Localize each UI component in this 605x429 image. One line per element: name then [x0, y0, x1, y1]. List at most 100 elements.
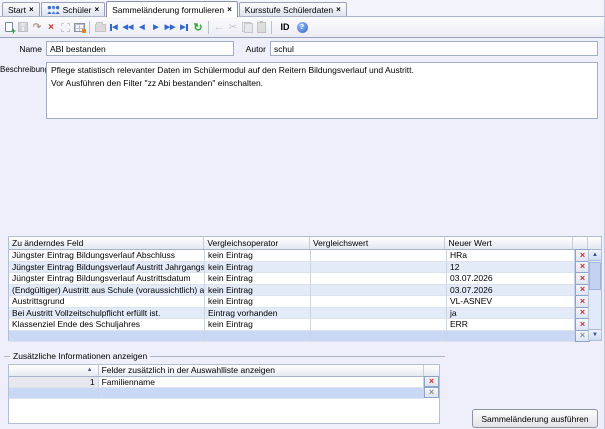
- nav-last-button[interactable]: ▶: [177, 19, 191, 35]
- cell-vergleichswert[interactable]: [311, 285, 447, 297]
- nav-first-button[interactable]: ◀: [107, 19, 121, 35]
- delete-record-button[interactable]: ×: [44, 19, 58, 35]
- cell-operator[interactable]: kein Eintrag: [205, 262, 311, 274]
- cell-neuer-wert[interactable]: VL-ASNEV: [447, 296, 575, 308]
- select-records-button[interactable]: [58, 19, 72, 35]
- back-button[interactable]: ←: [212, 19, 226, 35]
- cell-feld[interactable]: Jüngster Eintrag Bildungsverlauf Austrit…: [9, 273, 205, 285]
- folder-button[interactable]: [93, 19, 107, 35]
- cell-vergleichswert[interactable]: [311, 273, 447, 285]
- cell-feld[interactable]: Jüngster Eintrag Bildungsverlauf Austrit…: [9, 262, 205, 274]
- delete-icon: ×: [48, 22, 54, 33]
- cell-neuer-wert[interactable]: ja: [447, 308, 575, 320]
- id-button[interactable]: ID: [275, 19, 295, 35]
- legend-line: [150, 356, 445, 357]
- column-header-neuer-wert[interactable]: Neuer Wert: [445, 237, 573, 249]
- cell-neuer-wert[interactable]: 03.07.2026: [447, 285, 575, 297]
- cell-vergleichswert[interactable]: [311, 308, 447, 320]
- autor-input[interactable]: [270, 41, 598, 56]
- cell-operator[interactable]: Eintrag vorhanden: [205, 308, 311, 320]
- tab-sammelaenderung[interactable]: Sammeländerung formulieren ×: [106, 1, 238, 17]
- cell-field-name[interactable]: Familienname: [99, 377, 424, 388]
- cell-neuer-wert[interactable]: ERR: [447, 319, 575, 331]
- cell-row-number[interactable]: [9, 388, 99, 399]
- additional-fields-table: ▲ Felder zusätzlich in der Auswahlliste …: [8, 364, 440, 424]
- column-header-vergleichswert[interactable]: Vergleichswert: [310, 237, 446, 249]
- nav-prior-fast-icon: ◀◀: [123, 23, 134, 31]
- close-icon[interactable]: ×: [336, 6, 341, 14]
- tab-label: Kursstufe Schülerdaten: [245, 5, 333, 15]
- close-icon[interactable]: ×: [94, 6, 99, 14]
- nav-next-fast-icon: ▶▶: [165, 23, 176, 31]
- tab-label: Schüler: [63, 5, 92, 15]
- scroll-down-icon[interactable]: ▼: [589, 329, 601, 340]
- scroll-up-icon[interactable]: ▲: [589, 250, 601, 261]
- close-icon[interactable]: ×: [29, 6, 34, 14]
- redo-button[interactable]: ↷: [30, 19, 44, 35]
- save-button[interactable]: [16, 19, 30, 35]
- column-header-number[interactable]: ▲: [9, 365, 99, 376]
- cell-operator[interactable]: kein Eintrag: [205, 285, 311, 297]
- table-row: 1 Familienname ×: [9, 377, 439, 388]
- cell-vergleichswert[interactable]: [311, 319, 447, 331]
- refresh-button[interactable]: ↻: [191, 19, 205, 35]
- cell-feld[interactable]: Klassenziel Ende des Schuljahres: [9, 319, 205, 331]
- cell-feld[interactable]: Jüngster Eintrag Bildungsverlauf Abschlu…: [9, 250, 205, 262]
- table-scrollbar[interactable]: ▲ ▼: [588, 250, 601, 340]
- cell-field-name[interactable]: [99, 388, 424, 399]
- changes-table: Zu änderndes Feld Vergleichsoperator Ver…: [8, 236, 602, 341]
- name-input[interactable]: [46, 41, 234, 56]
- close-icon[interactable]: ×: [227, 6, 232, 14]
- cut-button[interactable]: ✂: [226, 19, 240, 35]
- tab-start[interactable]: Start ×: [2, 2, 40, 16]
- cell-vergleichswert[interactable]: [311, 331, 447, 343]
- cell-operator[interactable]: kein Eintrag: [205, 273, 311, 285]
- tab-bar: Start × Schüler × Sammeländerung formuli…: [0, 0, 604, 17]
- column-header-operator[interactable]: Vergleichsoperator: [204, 237, 310, 249]
- column-header-delete: [424, 365, 439, 376]
- execute-sammelaenderung-button[interactable]: Sammeländerung ausführen: [472, 409, 598, 428]
- copy-button[interactable]: [240, 19, 254, 35]
- tab-schueler[interactable]: Schüler ×: [41, 2, 106, 16]
- scrollbar-thumb[interactable]: [589, 262, 601, 290]
- add-record-button[interactable]: [2, 19, 16, 35]
- cell-neuer-wert[interactable]: 03.07.2026: [447, 273, 575, 285]
- cell-operator[interactable]: kein Eintrag: [205, 296, 311, 308]
- cell-operator[interactable]: [205, 331, 311, 343]
- help-button[interactable]: ?: [295, 19, 309, 35]
- cell-neuer-wert[interactable]: HRa: [447, 250, 575, 262]
- column-header-scroll: [588, 237, 601, 249]
- beschreibung-textarea[interactable]: Pflege statistisch relevanter Daten im S…: [46, 62, 598, 119]
- nav-next-button[interactable]: ▶: [149, 19, 163, 35]
- cell-operator[interactable]: kein Eintrag: [205, 250, 311, 262]
- nav-next-icon: ▶: [153, 23, 158, 31]
- nav-first-icon: ◀: [110, 23, 117, 31]
- table-row-empty-selected: ×: [9, 388, 439, 399]
- paste-button[interactable]: [254, 19, 268, 35]
- delete-row-button-disabled[interactable]: ×: [424, 387, 439, 398]
- delete-row-button[interactable]: ×: [424, 376, 439, 387]
- refresh-icon: ↻: [193, 21, 202, 34]
- column-header-felder[interactable]: Felder zusätzlich in der Auswahlliste an…: [99, 365, 424, 376]
- cell-operator[interactable]: kein Eintrag: [205, 319, 311, 331]
- cell-vergleichswert[interactable]: [311, 250, 447, 262]
- nav-prior-button[interactable]: ◀: [135, 19, 149, 35]
- cell-neuer-wert[interactable]: [447, 331, 575, 343]
- cell-feld[interactable]: (Endgültiger) Austritt aus Schule (vorau…: [9, 285, 205, 297]
- cell-vergleichswert[interactable]: [311, 262, 447, 274]
- column-header-feld[interactable]: Zu änderndes Feld: [9, 237, 204, 249]
- nav-prior-fast-button[interactable]: ◀◀: [121, 19, 135, 35]
- id-label: ID: [281, 22, 290, 32]
- grid-edit-button[interactable]: [72, 19, 86, 35]
- cell-feld[interactable]: Austrittsgrund: [9, 296, 205, 308]
- save-icon: [18, 22, 28, 32]
- cell-feld[interactable]: [9, 331, 205, 343]
- cell-neuer-wert[interactable]: 12: [447, 262, 575, 274]
- cell-row-number[interactable]: 1: [9, 377, 99, 388]
- back-arrow-icon: ←: [214, 21, 225, 33]
- cell-vergleichswert[interactable]: [311, 296, 447, 308]
- nav-next-fast-button[interactable]: ▶▶: [163, 19, 177, 35]
- tab-kursstufe[interactable]: Kursstufe Schülerdaten ×: [239, 2, 347, 16]
- cell-feld[interactable]: Bei Austritt Vollzeitschulpflicht erfüll…: [9, 308, 205, 320]
- legend-label: Zusätzliche Informationen anzeigen: [10, 351, 150, 361]
